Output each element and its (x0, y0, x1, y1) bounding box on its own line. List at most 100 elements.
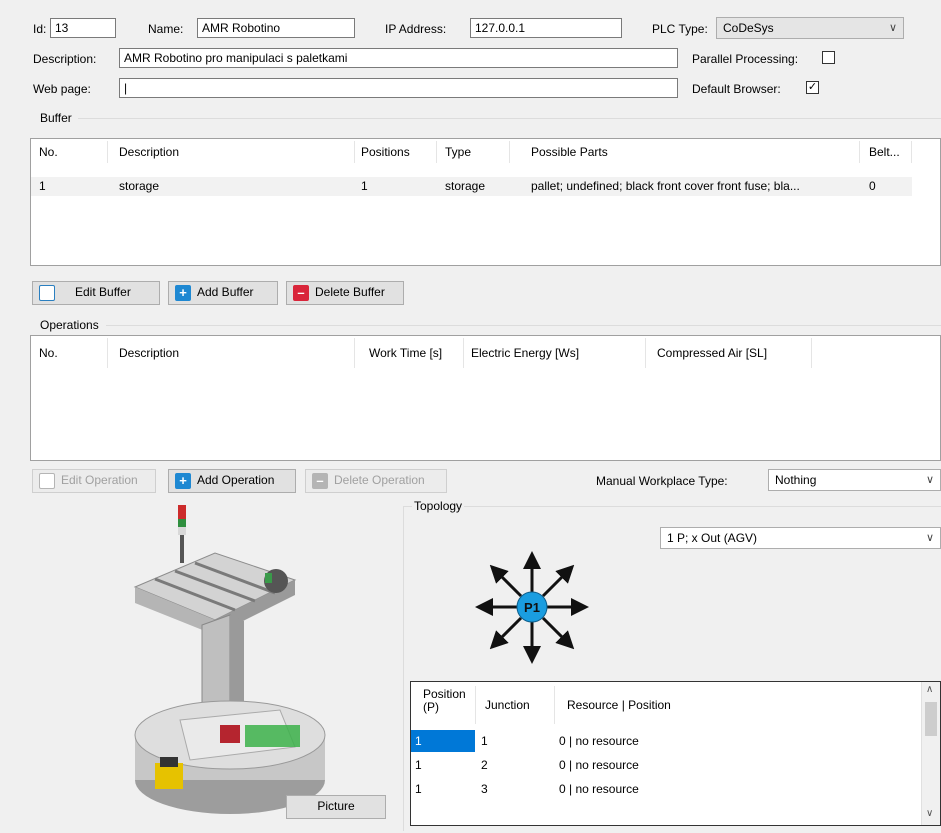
buffer-cell-type: storage (445, 179, 486, 193)
description-field[interactable]: AMR Robotino pro manipulaci s paletkami (119, 48, 678, 68)
arrow-down-left-icon (489, 616, 523, 650)
column-divider (645, 338, 646, 368)
scroll-down-icon[interactable]: ∨ (926, 808, 933, 819)
default-browser-checkbox[interactable]: ✓ (806, 81, 819, 94)
add-buffer-label: Add Buffer (197, 285, 254, 300)
buffer-cell-description: storage (119, 179, 160, 193)
plc-type-label: PLC Type: (652, 22, 708, 36)
topology-scrollbar[interactable]: ∧ ∨ (921, 682, 940, 825)
webpage-field[interactable]: | (119, 78, 678, 98)
topo-cell-resource: 0 | no resource (559, 758, 639, 772)
scroll-up-icon[interactable]: ∧ (926, 684, 933, 695)
topo-cell-resource: 0 | no resource (559, 734, 639, 748)
ip-label: IP Address: (385, 22, 447, 36)
topology-diagram: P1 (470, 545, 595, 670)
chevron-down-icon: ∨ (888, 22, 897, 34)
buffer-group-label: Buffer (40, 111, 72, 125)
parallel-processing-label: Parallel Processing: (692, 52, 799, 66)
chevron-down-icon: ∨ (925, 532, 934, 544)
column-divider (463, 338, 464, 368)
edit-operation-button[interactable]: Edit Operation (32, 469, 156, 493)
workplace-type-select[interactable]: Nothing ∨ (768, 469, 941, 491)
column-divider (509, 141, 510, 163)
buffer-col-possible-parts[interactable]: Possible Parts (531, 145, 608, 159)
topology-table: Position (P) Junction Resource | Positio… (410, 681, 941, 826)
buffer-table: No. Description Positions Type Possible … (30, 138, 941, 266)
webpage-label: Web page: (33, 82, 91, 96)
buffer-col-belt[interactable]: Belt... (869, 145, 900, 159)
arrow-up-right-icon (541, 564, 575, 598)
edit-buffer-label: Edit Buffer (75, 285, 131, 300)
edit-icon (39, 285, 55, 301)
topo-cell-junction: 2 (481, 758, 488, 772)
ops-col-work-time[interactable]: Work Time [s] (369, 346, 442, 360)
column-divider (354, 141, 355, 163)
plc-type-value: CoDeSys (723, 21, 774, 35)
topo-cell-junction: 3 (481, 782, 488, 796)
column-divider (475, 686, 476, 724)
ops-col-compressed-air[interactable]: Compressed Air [SL] (657, 346, 767, 360)
topology-select-value: 1 P; x Out (AGV) (667, 531, 758, 545)
column-divider (107, 141, 108, 163)
picture-button[interactable]: Picture (286, 795, 386, 819)
buffer-table-header: No. Description Positions Type Possible … (31, 139, 940, 165)
ops-col-description[interactable]: Description (119, 346, 179, 360)
arrow-up-left-icon (489, 564, 523, 598)
description-label: Description: (33, 52, 97, 66)
operations-table: No. Description Work Time [s] Electric E… (30, 335, 941, 461)
minus-icon: – (312, 473, 328, 489)
ops-col-no[interactable]: No. (39, 346, 58, 360)
buffer-cell-positions: 1 (361, 179, 368, 193)
name-field[interactable]: AMR Robotino (197, 18, 355, 38)
edit-buffer-button[interactable]: Edit Buffer (32, 281, 160, 305)
topology-select[interactable]: 1 P; x Out (AGV) ∨ (660, 527, 941, 549)
column-divider (554, 686, 555, 724)
topo-cell-junction: 1 (481, 734, 488, 748)
buffer-col-description[interactable]: Description (119, 145, 179, 159)
delete-operation-button[interactable]: – Delete Operation (305, 469, 447, 493)
default-browser-label: Default Browser: (692, 82, 781, 96)
picture-button-label: Picture (317, 799, 355, 813)
buffer-col-type[interactable]: Type (445, 145, 471, 159)
table-row[interactable]: 1 storage 1 storage pallet; undefined; b… (31, 177, 912, 196)
topo-cell-resource: 0 | no resource (559, 782, 639, 796)
workplace-type-label: Manual Workplace Type: (596, 474, 728, 488)
topo-col-resource[interactable]: Resource | Position (567, 698, 671, 712)
name-label: Name: (148, 22, 184, 36)
buffer-col-no[interactable]: No. (39, 145, 58, 159)
operations-group-divider (106, 325, 941, 326)
delete-buffer-label: Delete Buffer (315, 285, 385, 300)
id-field[interactable]: 13 (50, 18, 116, 38)
scrollbar-thumb[interactable] (925, 702, 937, 736)
topo-cell-position: 1 (415, 758, 422, 772)
ops-col-electric-energy[interactable]: Electric Energy [Ws] (471, 346, 579, 360)
table-row[interactable]: 1 3 0 | no resource (411, 778, 921, 800)
table-row[interactable]: 1 1 0 | no resource (411, 730, 921, 752)
delete-operation-label: Delete Operation (334, 473, 425, 488)
topology-group-label: Topology (412, 499, 465, 513)
minus-icon: – (293, 285, 309, 301)
plc-type-select[interactable]: CoDeSys ∨ (716, 17, 904, 39)
workplace-type-value: Nothing (775, 473, 817, 487)
plus-icon: + (175, 285, 191, 301)
topo-col-junction[interactable]: Junction (485, 698, 530, 712)
buffer-cell-belt: 0 (869, 179, 876, 193)
topology-table-header: Position (P) Junction Resource | Positio… (411, 682, 921, 728)
topo-col-position[interactable]: Position (P) (423, 688, 466, 714)
column-divider (859, 141, 860, 163)
parallel-processing-checkbox[interactable] (822, 51, 835, 64)
table-row[interactable]: 1 2 0 | no resource (411, 754, 921, 776)
buffer-col-positions[interactable]: Positions (361, 145, 410, 159)
buffer-group-divider (78, 118, 941, 119)
plus-icon: + (175, 473, 191, 489)
add-operation-button[interactable]: + Add Operation (168, 469, 296, 493)
add-buffer-button[interactable]: + Add Buffer (168, 281, 278, 305)
id-label: Id: (33, 22, 47, 36)
column-divider (107, 338, 108, 368)
delete-buffer-button[interactable]: – Delete Buffer (286, 281, 404, 305)
topo-cell-position: 1 (415, 734, 422, 748)
p1-node-label: P1 (524, 600, 540, 615)
edit-operation-label: Edit Operation (61, 473, 138, 488)
add-operation-label: Add Operation (197, 473, 275, 488)
ip-field[interactable]: 127.0.0.1 (470, 18, 622, 38)
